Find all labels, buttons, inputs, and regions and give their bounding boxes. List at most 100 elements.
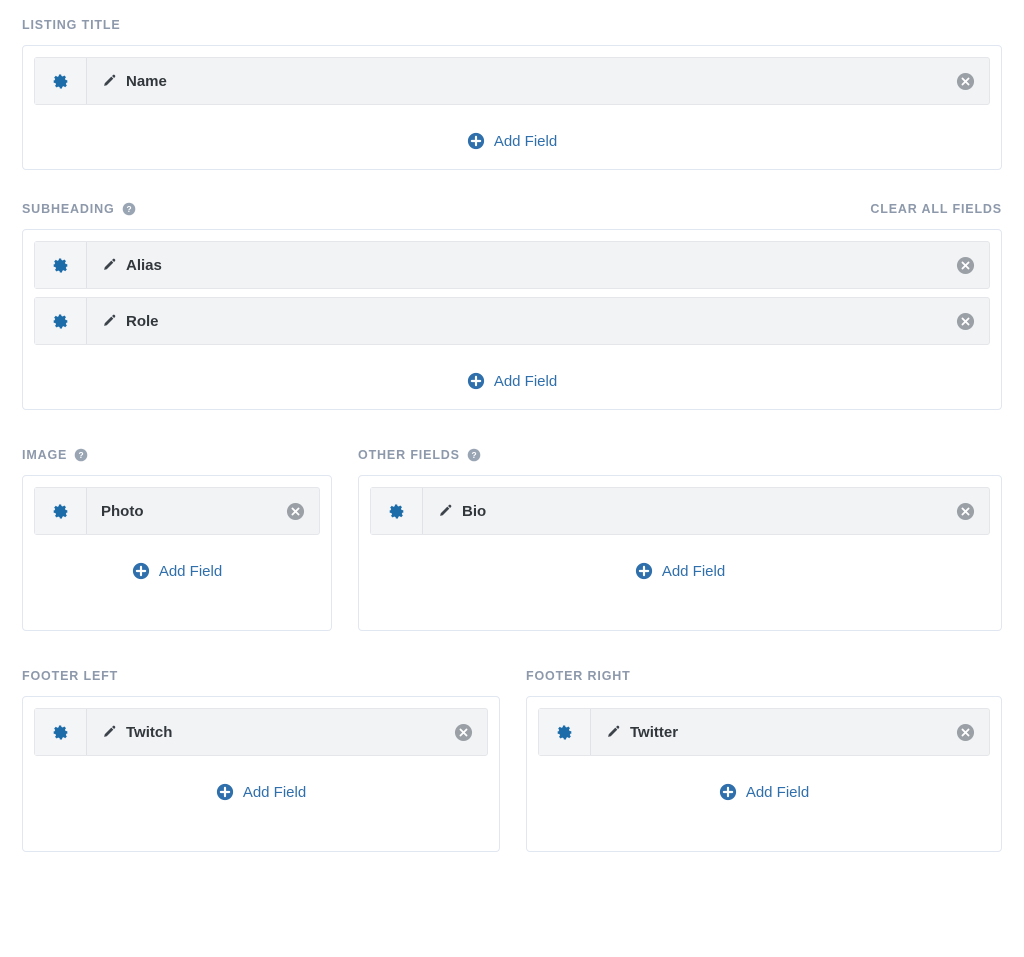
add-field-button[interactable]: Add Field [719, 783, 809, 801]
field-label: Twitch [126, 724, 172, 741]
section-card-footer-right: Twitter [526, 696, 1002, 852]
add-field-row: Add Field [538, 764, 990, 820]
section-card-image: Photo [22, 475, 332, 631]
add-field-row: Add Field [34, 353, 990, 409]
field-body: Name [87, 58, 948, 104]
field-settings-button[interactable] [35, 709, 87, 755]
add-field-label: Add Field [494, 133, 557, 150]
field-body: Twitch [87, 709, 446, 755]
remove-field-button[interactable] [948, 58, 989, 104]
section-listing-title: LISTING TITLE Name [22, 14, 1002, 170]
footer-row: FOOTER LEFT [22, 665, 1002, 852]
section-label-image: IMAGE [22, 448, 67, 462]
section-spacer [22, 631, 1002, 665]
section-header: FOOTER RIGHT [526, 665, 1002, 687]
add-field-button[interactable]: Add Field [467, 372, 557, 390]
add-field-button[interactable]: Add Field [467, 132, 557, 150]
field-row[interactable]: Alias [34, 241, 990, 289]
plus-circle-icon [467, 132, 485, 150]
field-label: Name [126, 73, 167, 90]
section-footer-left: FOOTER LEFT [22, 665, 500, 852]
add-field-row: Add Field [34, 113, 990, 169]
svg-text:?: ? [471, 450, 476, 460]
field-row[interactable]: Photo [34, 487, 320, 535]
field-settings-button[interactable] [35, 58, 87, 104]
plus-circle-icon [467, 372, 485, 390]
top-spacer [22, 0, 1002, 14]
remove-circle-icon [956, 502, 975, 521]
remove-field-button[interactable] [948, 488, 989, 534]
remove-circle-icon [956, 72, 975, 91]
field-row[interactable]: Twitch [34, 708, 488, 756]
add-field-label: Add Field [746, 784, 809, 801]
section-card-other-fields: Bio [358, 475, 1002, 631]
plus-circle-icon [719, 783, 737, 801]
section-label-footer-left: FOOTER LEFT [22, 669, 118, 683]
add-field-label: Add Field [159, 563, 222, 580]
section-header: OTHER FIELDS ? [358, 444, 1002, 466]
pencil-icon [101, 313, 117, 329]
field-settings-button[interactable] [539, 709, 591, 755]
add-field-row: Add Field [34, 764, 488, 820]
section-spacer [22, 410, 1002, 444]
remove-circle-icon [454, 723, 473, 742]
add-field-button[interactable]: Add Field [132, 562, 222, 580]
field-body: Role [87, 298, 948, 344]
field-row[interactable]: Bio [370, 487, 990, 535]
section-spacer [22, 170, 1002, 198]
clear-all-fields-button[interactable]: CLEAR ALL FIELDS [870, 202, 1002, 216]
field-settings-button[interactable] [371, 488, 423, 534]
remove-circle-icon [956, 723, 975, 742]
field-settings-button[interactable] [35, 242, 87, 288]
pencil-icon [437, 503, 453, 519]
section-card-listing-title: Name Add Field [22, 45, 1002, 170]
field-label: Bio [462, 503, 486, 520]
section-card-subheading: Alias [22, 229, 1002, 410]
add-field-row: Add Field [370, 543, 990, 599]
plus-circle-icon [132, 562, 150, 580]
field-row[interactable]: Name [34, 57, 990, 105]
section-card-footer-left: Twitch [22, 696, 500, 852]
gear-icon [52, 724, 69, 741]
section-image: IMAGE ? Pho [22, 444, 332, 631]
pencil-icon [101, 724, 117, 740]
remove-field-button[interactable] [948, 709, 989, 755]
section-other-fields: OTHER FIELDS ? [358, 444, 1002, 631]
section-header: IMAGE ? [22, 444, 332, 466]
section-subheading: SUBHEADING ? CLEAR ALL FIELDS [22, 198, 1002, 410]
field-row[interactable]: Role [34, 297, 990, 345]
remove-field-button[interactable] [948, 242, 989, 288]
field-body: Photo [87, 488, 278, 534]
add-field-label: Add Field [662, 563, 725, 580]
field-mapping-panel: LISTING TITLE Name [0, 0, 1024, 957]
pencil-icon [101, 257, 117, 273]
field-body: Bio [423, 488, 948, 534]
add-field-button[interactable]: Add Field [635, 562, 725, 580]
field-row[interactable]: Twitter [538, 708, 990, 756]
gear-icon [52, 313, 69, 330]
field-body: Alias [87, 242, 948, 288]
field-settings-button[interactable] [35, 488, 87, 534]
remove-field-button[interactable] [948, 298, 989, 344]
field-settings-button[interactable] [35, 298, 87, 344]
field-body: Twitter [591, 709, 948, 755]
gear-icon [52, 257, 69, 274]
remove-circle-icon [286, 502, 305, 521]
section-footer-right: FOOTER RIGHT [526, 665, 1002, 852]
section-header: SUBHEADING ? CLEAR ALL FIELDS [22, 198, 1002, 220]
gear-icon [52, 503, 69, 520]
svg-text:?: ? [79, 450, 84, 460]
remove-circle-icon [956, 256, 975, 275]
help-circle-icon[interactable]: ? [467, 448, 481, 462]
svg-text:?: ? [126, 204, 131, 214]
section-label-other-fields: OTHER FIELDS [358, 448, 460, 462]
remove-field-button[interactable] [278, 488, 319, 534]
add-field-button[interactable]: Add Field [216, 783, 306, 801]
remove-field-button[interactable] [446, 709, 487, 755]
field-label: Alias [126, 257, 162, 274]
help-circle-icon[interactable]: ? [122, 202, 136, 216]
remove-circle-icon [956, 312, 975, 331]
gear-icon [556, 724, 573, 741]
pencil-icon [605, 724, 621, 740]
help-circle-icon[interactable]: ? [74, 448, 88, 462]
